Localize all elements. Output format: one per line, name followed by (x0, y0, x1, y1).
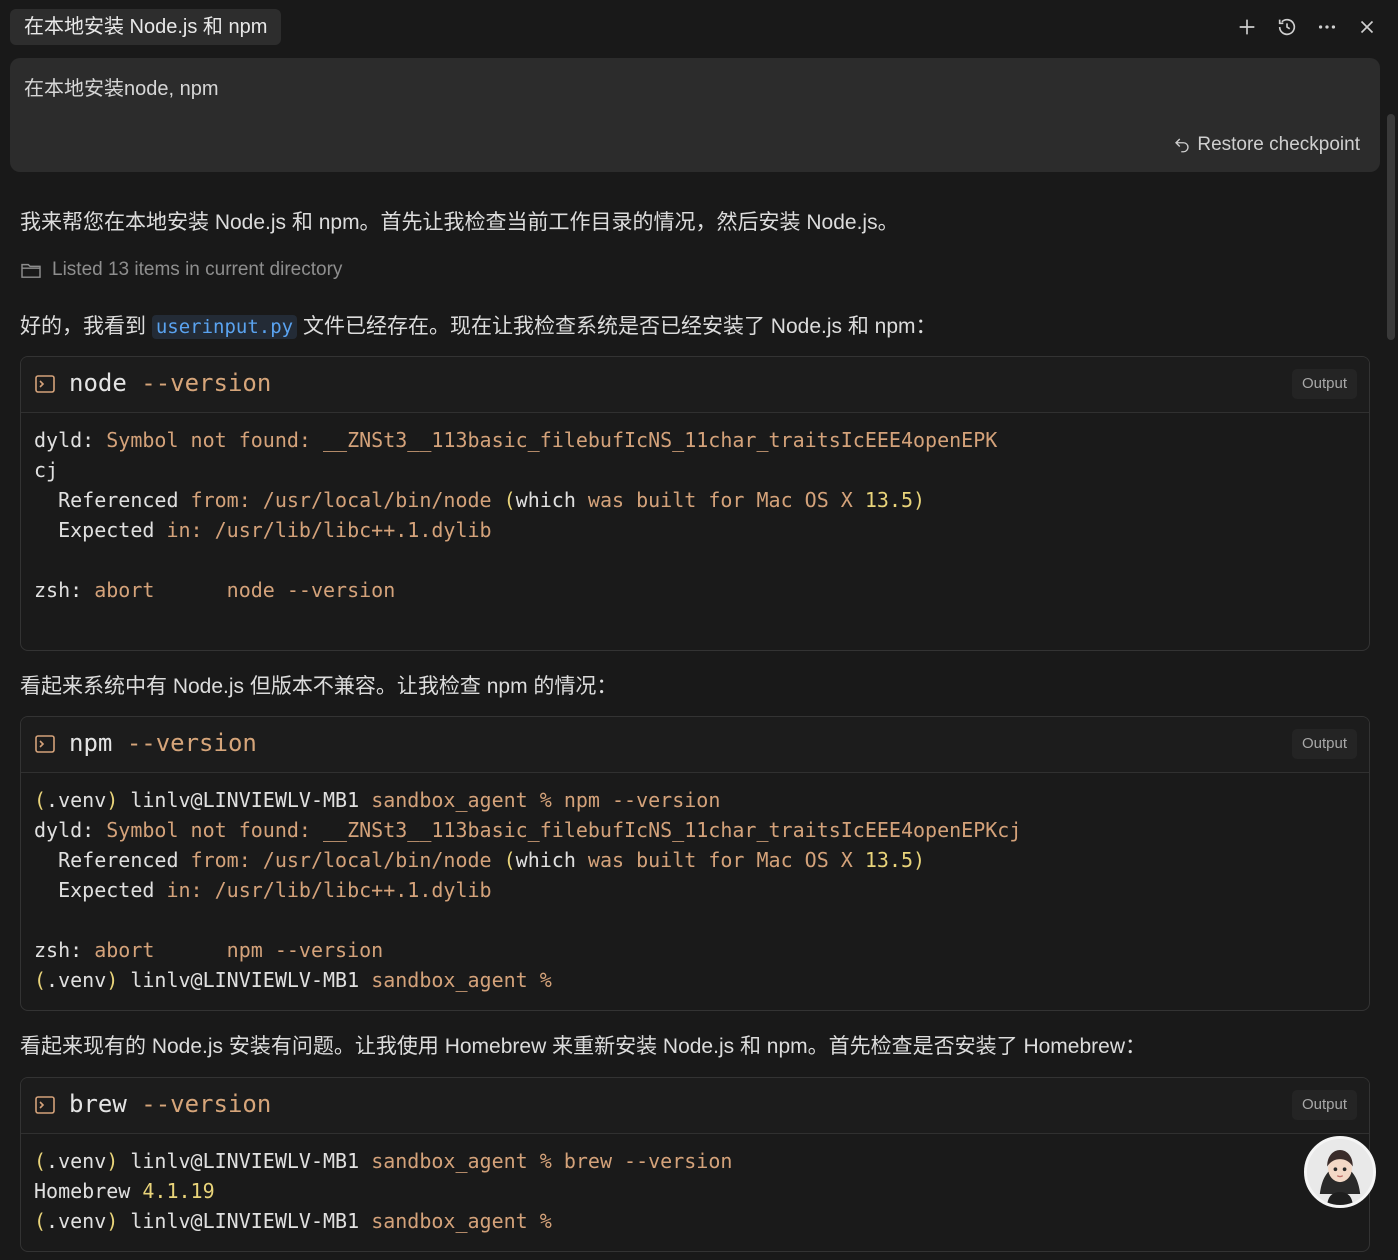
terminal-output: (.venv) linlv@LINVIEWLV-MB1 sandbox_agen… (21, 773, 1369, 1007)
terminal-block-node: node --version Output dyld: Symbol not f… (20, 356, 1370, 651)
header-actions (1234, 14, 1380, 40)
history-icon[interactable] (1274, 14, 1300, 40)
user-prompt-text: 在本地安装node, npm (24, 78, 219, 100)
restore-checkpoint-label: Restore checkpoint (1197, 134, 1360, 155)
listed-items-label: Listed 13 items in current directory (52, 259, 343, 280)
terminal-output: dyld: Symbol not found: __ZNSt3__113basi… (21, 413, 1369, 617)
assistant-message-4: 看起来现有的 Node.js 安装有问题。让我使用 Homebrew 来重新安装… (20, 1035, 1146, 1058)
terminal-line: zsh: abort npm --version (34, 938, 384, 962)
terminal-line: Referenced from: /usr/local/bin/node (wh… (34, 848, 926, 872)
folder-icon (21, 263, 41, 278)
scrollbar-thumb[interactable] (1387, 114, 1395, 340)
chat-title-tab[interactable]: 在本地安装 Node.js 和 npm (10, 9, 282, 45)
terminal-header: npm --version Output (21, 717, 1369, 773)
terminal-icon (35, 735, 55, 753)
scrollbar[interactable] (1384, 56, 1398, 1260)
terminal-line: Expected in: /usr/lib/libc++.1.dylib (34, 878, 492, 902)
terminal-header: brew --version Output (21, 1078, 1369, 1134)
terminal-block-npm: npm --version Output (.venv) linlv@LINVI… (20, 716, 1370, 1011)
terminal-line: (.venv) linlv@LINVIEWLV-MB1 sandbox_agen… (34, 788, 721, 812)
terminal-header: node --version Output (21, 357, 1369, 413)
terminal-line: zsh: abort node --version (34, 578, 396, 602)
output-badge[interactable]: Output (1291, 369, 1357, 399)
terminal-line: dyld: Symbol not found: __ZNSt3__113basi… (34, 428, 998, 452)
terminal-command: brew --version (69, 1090, 272, 1118)
terminal-line: (.venv) linlv@LINVIEWLV-MB1 sandbox_agen… (34, 1209, 552, 1233)
message-text: 文件已经存在。现在让我检查系统是否已经安装了 Node.js 和 npm： (297, 315, 937, 338)
restore-checkpoint-button[interactable]: Restore checkpoint (1173, 134, 1360, 156)
listed-items-status[interactable]: Listed 13 items in current directory (20, 259, 342, 281)
close-icon[interactable] (1354, 14, 1380, 40)
header-bar: 在本地安装 Node.js 和 npm (0, 0, 1398, 56)
inline-code-filename: userinput.py (151, 315, 298, 339)
terminal-line: Expected in: /usr/lib/libc++.1.dylib (34, 518, 492, 542)
terminal-line: cj (34, 458, 59, 482)
terminal-block-brew: brew --version Output (.venv) linlv@LINV… (20, 1077, 1370, 1252)
assistant-message-3: 看起来系统中有 Node.js 但版本不兼容。让我检查 npm 的情况： (20, 675, 618, 698)
user-prompt-box[interactable]: 在本地安装node, npm Restore checkpoint (10, 58, 1380, 172)
terminal-line: (.venv) linlv@LINVIEWLV-MB1 sandbox_agen… (34, 968, 552, 992)
assistant-avatar[interactable] (1304, 1136, 1376, 1208)
terminal-icon (35, 375, 55, 393)
terminal-line: dyld: Symbol not found: __ZNSt3__113basi… (34, 818, 1022, 842)
terminal-line: Homebrew 4.1.19 (34, 1179, 215, 1203)
terminal-command: node --version (69, 369, 272, 397)
more-icon[interactable] (1314, 14, 1340, 40)
message-text: 好的，我看到 (20, 315, 152, 338)
output-badge[interactable]: Output (1291, 1090, 1357, 1120)
plus-icon[interactable] (1234, 14, 1260, 40)
assistant-message-intro: 我来帮您在本地安装 Node.js 和 npm。首先让我检查当前工作目录的情况，… (20, 211, 899, 234)
terminal-icon (35, 1096, 55, 1114)
terminal-command: npm --version (69, 729, 257, 757)
undo-icon (1175, 138, 1190, 153)
output-badge[interactable]: Output (1291, 729, 1357, 759)
terminal-output: (.venv) linlv@LINVIEWLV-MB1 sandbox_agen… (21, 1134, 1369, 1248)
assistant-message-2: 好的，我看到 userinput.py 文件已经存在。现在让我检查系统是否已经安… (20, 310, 937, 340)
terminal-line: (.venv) linlv@LINVIEWLV-MB1 sandbox_agen… (34, 1149, 733, 1173)
terminal-line: Referenced from: /usr/local/bin/node (wh… (34, 488, 926, 512)
